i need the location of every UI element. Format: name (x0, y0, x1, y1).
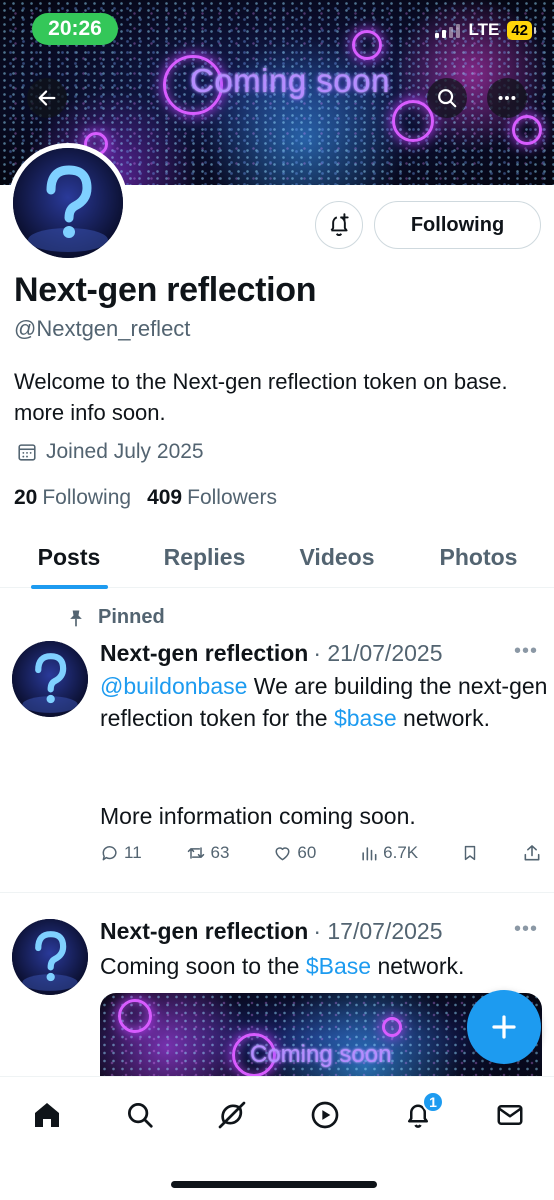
nav-messages[interactable] (486, 1097, 534, 1133)
post-divider (0, 892, 554, 893)
more-dots-icon (498, 95, 516, 101)
notifications-subscribe-button[interactable] (315, 201, 363, 249)
tab-posts[interactable]: Posts (0, 526, 138, 589)
bar-chart-icon (362, 847, 377, 861)
post-more-button[interactable]: ••• (514, 918, 538, 941)
signal-icon (435, 22, 461, 38)
post-date: · 17/07/2025 (313, 918, 443, 944)
cashtag-link[interactable]: $Base (306, 953, 371, 979)
nav-grok[interactable] (208, 1097, 256, 1133)
notifications-badge: 1 (422, 1091, 444, 1113)
following-count-link[interactable]: 20 Following (14, 486, 131, 510)
nav-search[interactable] (116, 1097, 164, 1133)
post-actions: 11 63 60 6.7K (100, 843, 542, 863)
arrow-left-icon (38, 90, 56, 106)
post-text: Coming soon to the $Base network. (100, 953, 465, 979)
heart-icon (275, 847, 290, 861)
banner-text: Coming soon (190, 62, 390, 99)
media-text: Coming soon (250, 1041, 392, 1068)
back-button[interactable] (27, 78, 67, 118)
banner-orb (512, 115, 542, 145)
search-icon (438, 89, 457, 108)
media-orb (118, 999, 152, 1033)
compose-post-button[interactable] (467, 990, 541, 1064)
post-avatar[interactable] (12, 919, 88, 995)
plus-icon (492, 1015, 516, 1039)
banner-orb (392, 100, 434, 142)
status-indicators: LTE 42 (435, 20, 536, 40)
followers-count-link[interactable]: 409 Followers (147, 486, 277, 510)
more-options-button[interactable] (487, 78, 527, 118)
status-time: 20:26 (32, 13, 118, 45)
media-orb (382, 1017, 402, 1037)
profile-tabs: Posts Replies Videos Photos (0, 526, 554, 589)
nav-video[interactable] (301, 1097, 349, 1133)
profile-avatar[interactable] (8, 143, 128, 263)
post-author-name[interactable]: Next-gen reflection (100, 640, 308, 667)
home-indicator (171, 1181, 377, 1188)
search-icon (128, 1103, 153, 1128)
joined-text: Joined July 2025 (46, 440, 204, 463)
nav-notifications[interactable]: 1 (394, 1091, 444, 1133)
profile-handle: @Nextgen_reflect (14, 316, 191, 341)
envelope-icon (497, 1105, 523, 1125)
follow-stats: 20 Following 409 Followers (14, 486, 277, 510)
repost-icon (187, 847, 204, 859)
like-button[interactable]: 60 (272, 843, 316, 863)
network-type: LTE (468, 20, 500, 39)
bookmark-icon (464, 845, 476, 861)
mention-link[interactable]: @buildonbase (100, 673, 247, 699)
calendar-icon (18, 444, 36, 461)
pinned-label: Pinned (66, 606, 165, 629)
pin-icon (70, 610, 82, 626)
post-avatar[interactable] (12, 641, 88, 717)
tab-photos[interactable]: Photos (403, 526, 554, 588)
banner-orb (352, 30, 382, 60)
post-author-name[interactable]: Next-gen reflection (100, 918, 308, 945)
repost-button[interactable]: 63 (185, 843, 229, 863)
cashtag-link[interactable]: $base (334, 705, 397, 731)
post-header: Next-gen reflection · 17/07/2025 (100, 918, 443, 945)
reply-button[interactable]: 11 (100, 843, 142, 863)
nav-home[interactable] (23, 1097, 71, 1133)
post-text: @buildonbase We are building the next-ge… (100, 673, 548, 731)
following-button[interactable]: Following (374, 201, 541, 249)
bell-plus-icon (330, 213, 349, 236)
active-tab-indicator (31, 585, 108, 589)
post-date: · 21/07/2025 (313, 640, 443, 666)
post-text-paragraph: More information coming soon. (100, 803, 416, 829)
post-more-button[interactable]: ••• (514, 640, 538, 663)
search-button[interactable] (427, 78, 467, 118)
bookmark-button[interactable] (461, 843, 479, 863)
profile-bio: Welcome to the Next-gen reflection token… (14, 369, 508, 425)
question-mark-avatar-image (12, 641, 88, 717)
question-mark-avatar-image (12, 919, 88, 995)
tab-replies[interactable]: Replies (138, 526, 271, 588)
home-icon (35, 1103, 59, 1127)
reply-icon (102, 846, 117, 861)
post-header: Next-gen reflection · 21/07/2025 (100, 640, 443, 667)
profile-display-name: Next-gen reflection (14, 271, 317, 309)
share-button[interactable] (522, 843, 542, 863)
question-mark-avatar-image (13, 148, 123, 258)
views-button[interactable]: 6.7K (359, 843, 418, 863)
play-circle-icon (311, 1101, 339, 1129)
battery-icon: 42 (507, 20, 536, 40)
grok-icon (218, 1101, 246, 1129)
joined-date: Joined July 2025 (16, 440, 204, 464)
share-icon (524, 845, 540, 861)
tab-videos[interactable]: Videos (271, 526, 403, 588)
